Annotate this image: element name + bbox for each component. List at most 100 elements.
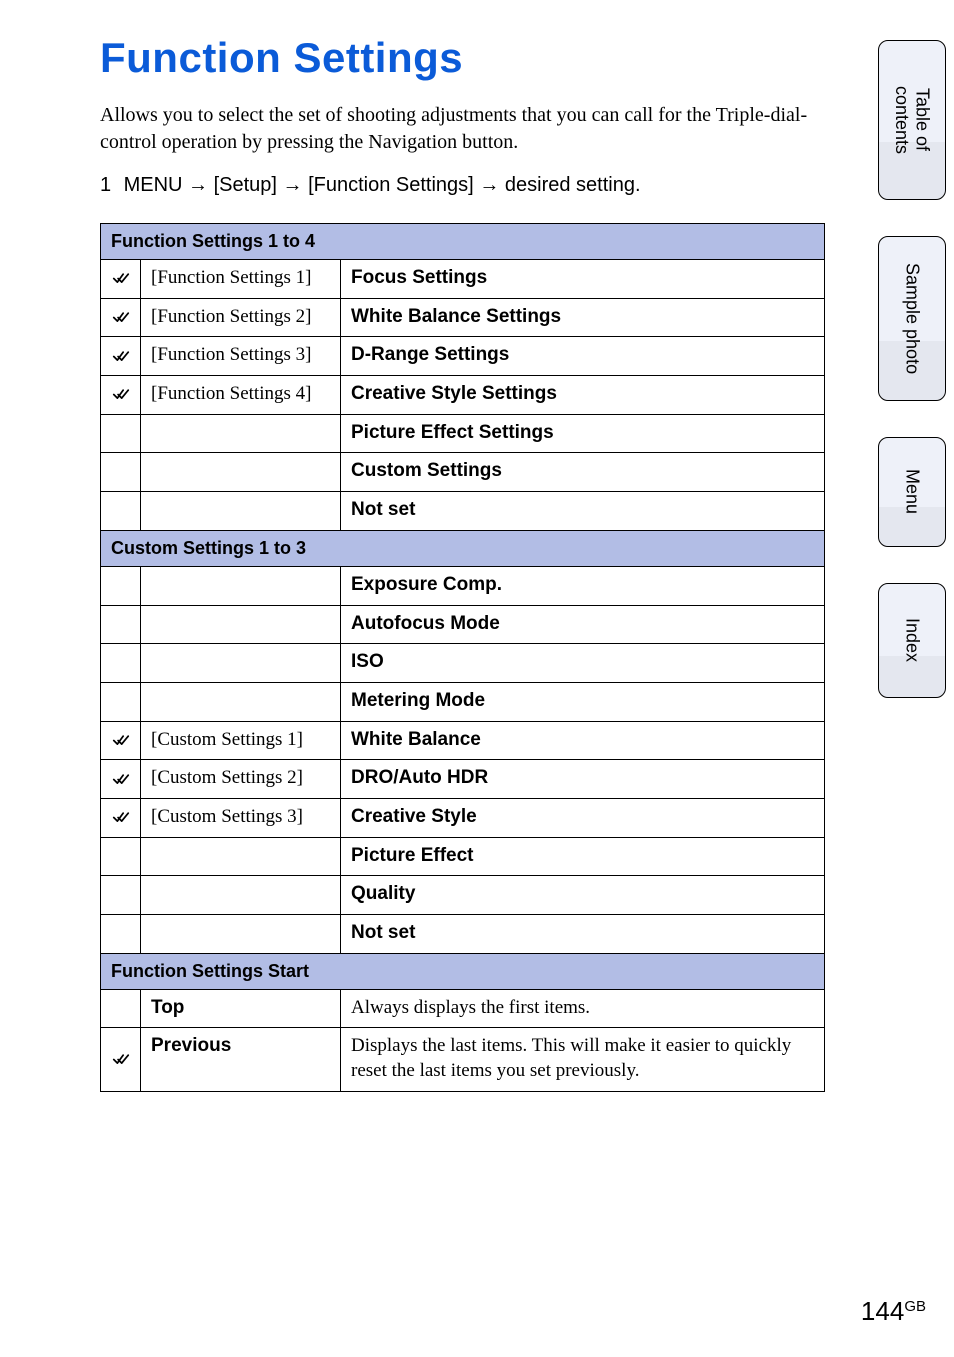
page-title: Function Settings [100,34,840,82]
table-row: Picture Effect [101,837,825,876]
row-label [141,644,341,683]
row-value: Displays the last items. This will make … [341,1028,825,1091]
table-row: [Function Settings 4]Creative Style Sett… [101,376,825,415]
row-label [141,566,341,605]
desired-text: desired setting. [505,174,641,196]
table-row: [Function Settings 3]D-Range Settings [101,337,825,376]
tab-label: Sample photo [902,247,923,390]
empty-check [101,566,141,605]
row-value: Always displays the first items. [341,989,825,1028]
tab-index[interactable]: Index [878,583,946,698]
check-icon [101,376,141,415]
arrow-icon: → [188,174,208,196]
row-value: D-Range Settings [341,337,825,376]
row-label: [Custom Settings 3] [141,798,341,837]
check-icon [101,798,141,837]
intro-paragraph: Allows you to select the set of shooting… [100,102,820,156]
row-label: Previous [141,1028,341,1091]
table-row: Custom Settings [101,453,825,492]
table-row: [Custom Settings 3]Creative Style [101,798,825,837]
tab-label: Index [902,602,923,678]
table-row: ISO [101,644,825,683]
row-value: Creative Style [341,798,825,837]
section-title: Custom Settings 1 to 3 [101,530,825,566]
row-label [141,876,341,915]
row-value: DRO/Auto HDR [341,760,825,799]
table-row: [Custom Settings 1]White Balance [101,721,825,760]
row-value: Autofocus Mode [341,605,825,644]
empty-check [101,492,141,531]
row-value: ISO [341,644,825,683]
table-row: Autofocus Mode [101,605,825,644]
tab-sample-photo[interactable]: Sample photo [878,236,946,401]
table-row: TopAlways displays the first items. [101,989,825,1028]
tab-label: Table of contents [891,41,932,199]
funcset-text: [Function Settings] [308,174,474,196]
empty-check [101,989,141,1028]
row-label: Top [141,989,341,1028]
table-row: PreviousDisplays the last items. This wi… [101,1028,825,1091]
step-number: 1 [100,174,118,197]
table-row: Not set [101,915,825,954]
row-value: Focus Settings [341,260,825,299]
tab-label: Menu [902,453,923,530]
page-number-suffix: GB [904,1298,926,1315]
page-number-value: 144 [861,1296,904,1326]
section-title: Function Settings Start [101,953,825,989]
arrow-icon: → [479,174,499,196]
row-value: Metering Mode [341,682,825,721]
tab-table-of-contents[interactable]: Table of contents [878,40,946,200]
row-label: [Function Settings 2] [141,298,341,337]
row-value: Creative Style Settings [341,376,825,415]
row-value: White Balance Settings [341,298,825,337]
row-label [141,492,341,531]
row-value: Not set [341,915,825,954]
row-value: Picture Effect Settings [341,414,825,453]
check-icon [101,1028,141,1091]
section-header: Function Settings 1 to 4 [101,224,825,260]
row-label [141,605,341,644]
row-value: Exposure Comp. [341,566,825,605]
tab-menu[interactable]: Menu [878,437,946,547]
row-value: Picture Effect [341,837,825,876]
row-label [141,453,341,492]
row-value: Quality [341,876,825,915]
row-value: White Balance [341,721,825,760]
row-label: [Custom Settings 2] [141,760,341,799]
row-label: [Custom Settings 1] [141,721,341,760]
empty-check [101,682,141,721]
setup-text: [Setup] [214,174,277,196]
empty-check [101,605,141,644]
table-row: Exposure Comp. [101,566,825,605]
section-header: Custom Settings 1 to 3 [101,530,825,566]
menu-text: MENU [124,174,183,196]
table-row: [Function Settings 2]White Balance Setti… [101,298,825,337]
page-number: 144GB [861,1296,926,1327]
empty-check [101,644,141,683]
row-label [141,682,341,721]
row-label: [Function Settings 4] [141,376,341,415]
side-tabs: Table of contents Sample photo Menu Inde… [878,40,946,734]
empty-check [101,876,141,915]
settings-table: Function Settings 1 to 4[Function Settin… [100,223,825,1092]
table-row: [Custom Settings 2]DRO/Auto HDR [101,760,825,799]
check-icon [101,721,141,760]
section-title: Function Settings 1 to 4 [101,224,825,260]
check-icon [101,260,141,299]
table-row: Not set [101,492,825,531]
menu-path: 1 MENU → [Setup] → [Function Settings] →… [100,174,840,197]
table-row: Quality [101,876,825,915]
row-value: Not set [341,492,825,531]
row-value: Custom Settings [341,453,825,492]
arrow-icon: → [283,174,303,196]
check-icon [101,298,141,337]
check-icon [101,337,141,376]
empty-check [101,837,141,876]
row-label [141,915,341,954]
empty-check [101,453,141,492]
section-header: Function Settings Start [101,953,825,989]
table-row: [Function Settings 1]Focus Settings [101,260,825,299]
row-label: [Function Settings 1] [141,260,341,299]
row-label: [Function Settings 3] [141,337,341,376]
table-row: Picture Effect Settings [101,414,825,453]
